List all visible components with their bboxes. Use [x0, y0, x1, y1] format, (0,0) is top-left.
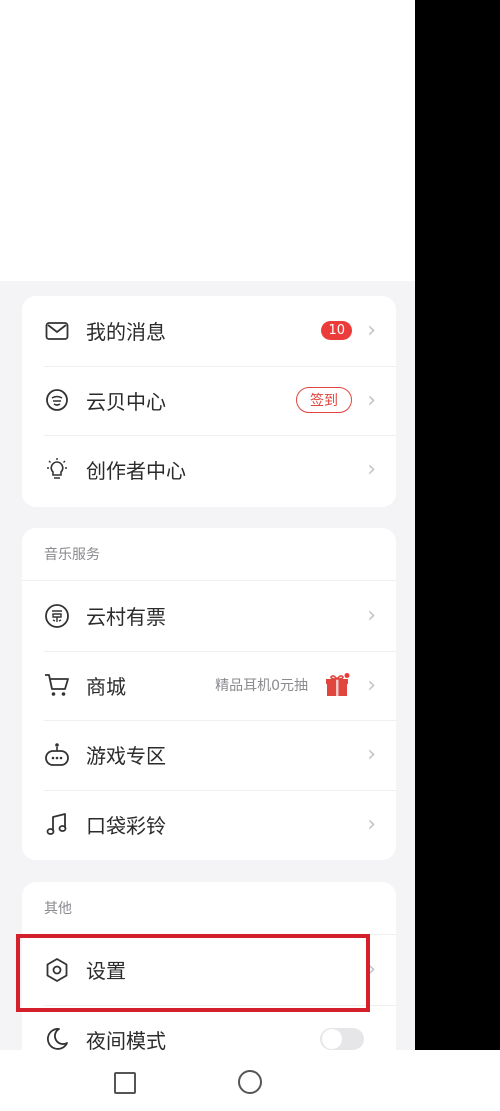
lightbulb-icon	[44, 457, 70, 483]
section-title: 其他	[22, 882, 396, 935]
ticket-icon	[44, 603, 70, 629]
chevron-right-icon: ›	[367, 742, 376, 768]
chevron-right-icon: ›	[367, 387, 376, 413]
gift-icon	[324, 673, 350, 697]
checkin-button[interactable]: 签到	[296, 387, 352, 414]
chevron-right-icon: ›	[367, 603, 376, 629]
menu-item-mall[interactable]: 商城 精品耳机0元抽 ›	[22, 650, 396, 721]
menu-card-music-services: 音乐服务 云村有票 › 商城 精品耳机0元抽 › 游戏专区 › 口袋彩铃 ›	[22, 528, 396, 860]
menu-item-label: 游戏专区	[86, 744, 166, 769]
chevron-right-icon: ›	[367, 457, 376, 483]
recent-apps-button[interactable]	[114, 1072, 136, 1094]
gamepad-icon	[44, 742, 70, 768]
menu-item-creator-center[interactable]: 创作者中心 ›	[22, 435, 396, 505]
promo-text: 精品耳机0元抽	[215, 678, 308, 695]
menu-item-label: 云村有票	[86, 605, 166, 630]
menu-item-label: 我的消息	[86, 320, 166, 345]
menu-item-label: 商城	[86, 674, 126, 699]
menu-item-label: 口袋彩铃	[86, 813, 166, 838]
night-mode-toggle[interactable]	[320, 1028, 364, 1050]
menu-item-label: 夜间模式	[86, 1028, 166, 1050]
menu-item-ringtones[interactable]: 口袋彩铃 ›	[22, 789, 396, 860]
menu-item-label: 创作者中心	[86, 459, 186, 484]
chevron-right-icon: ›	[367, 672, 376, 698]
toggle-knob	[322, 1029, 342, 1050]
home-button[interactable]	[238, 1070, 262, 1094]
settings-highlight-annotation	[16, 934, 370, 1012]
envelope-icon	[44, 318, 70, 344]
coin-icon	[44, 387, 70, 413]
menu-item-messages[interactable]: 我的消息 10 ›	[22, 296, 396, 366]
menu-item-tickets[interactable]: 云村有票 ›	[22, 581, 396, 651]
menu-item-label: 云贝中心	[86, 389, 166, 414]
chevron-right-icon: ›	[367, 318, 376, 344]
moon-icon	[44, 1026, 70, 1050]
menu-item-cloud-shells[interactable]: 云贝中心 签到 ›	[22, 365, 396, 436]
music-note-icon	[44, 811, 70, 837]
cart-icon	[44, 672, 70, 698]
dimmed-background[interactable]	[415, 0, 500, 1050]
unread-count-badge: 10	[321, 321, 352, 341]
menu-card-main: 我的消息 10 › 云贝中心 签到 › 创作者中心 ›	[22, 296, 396, 507]
chevron-right-icon: ›	[367, 811, 376, 837]
section-title: 音乐服务	[22, 528, 396, 581]
menu-item-games[interactable]: 游戏专区 ›	[22, 720, 396, 790]
system-navigation-bar	[0, 1050, 500, 1111]
